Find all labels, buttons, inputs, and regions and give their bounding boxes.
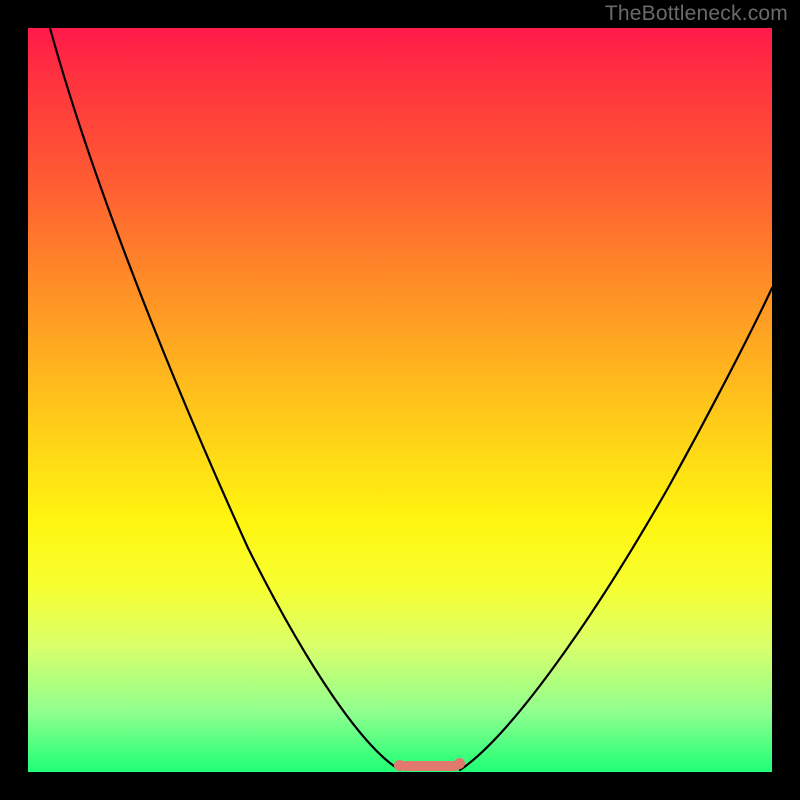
bottleneck-curve [28, 28, 772, 772]
curve-left-branch [50, 28, 400, 770]
valley-end-dot [454, 758, 465, 769]
curve-right-branch [460, 288, 772, 770]
valley-flat-segment [400, 761, 460, 771]
chart-container [0, 0, 800, 800]
chart-plot-area [28, 28, 772, 772]
attribution-watermark: TheBottleneck.com [605, 2, 788, 26]
